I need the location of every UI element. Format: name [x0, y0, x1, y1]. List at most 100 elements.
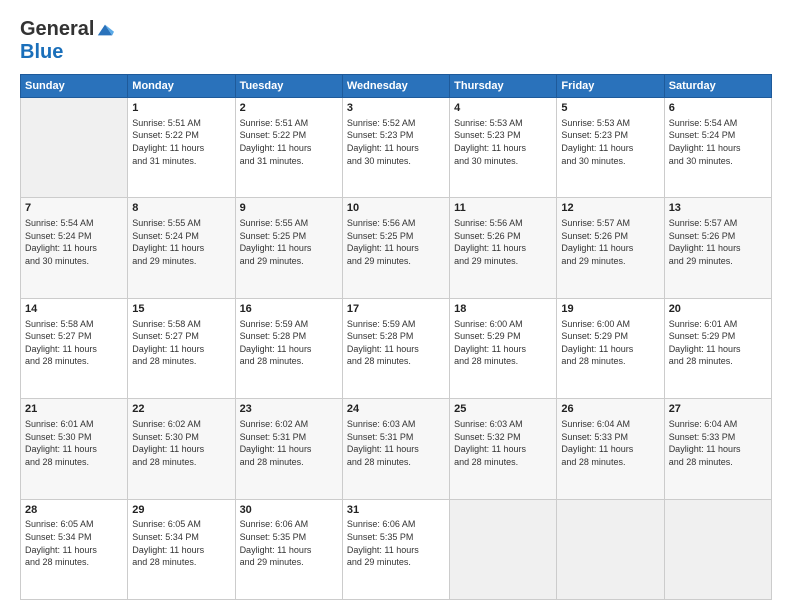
day-number: 24 — [347, 402, 445, 417]
day-number: 13 — [669, 201, 767, 216]
day-number: 28 — [25, 503, 123, 518]
calendar-cell: 2Sunrise: 5:51 AM Sunset: 5:22 PM Daylig… — [235, 98, 342, 198]
day-info: Sunrise: 5:57 AM Sunset: 5:26 PM Dayligh… — [561, 217, 659, 267]
calendar-cell: 27Sunrise: 6:04 AM Sunset: 5:33 PM Dayli… — [664, 399, 771, 499]
day-info: Sunrise: 5:59 AM Sunset: 5:28 PM Dayligh… — [347, 318, 445, 368]
day-number: 12 — [561, 201, 659, 216]
day-number: 23 — [240, 402, 338, 417]
calendar-cell: 16Sunrise: 5:59 AM Sunset: 5:28 PM Dayli… — [235, 298, 342, 398]
day-info: Sunrise: 5:54 AM Sunset: 5:24 PM Dayligh… — [669, 117, 767, 167]
col-header-saturday: Saturday — [664, 75, 771, 98]
day-info: Sunrise: 5:59 AM Sunset: 5:28 PM Dayligh… — [240, 318, 338, 368]
day-number: 21 — [25, 402, 123, 417]
day-info: Sunrise: 5:54 AM Sunset: 5:24 PM Dayligh… — [25, 217, 123, 267]
calendar-cell: 11Sunrise: 5:56 AM Sunset: 5:26 PM Dayli… — [450, 198, 557, 298]
day-number: 14 — [25, 302, 123, 317]
calendar-cell: 5Sunrise: 5:53 AM Sunset: 5:23 PM Daylig… — [557, 98, 664, 198]
calendar-table: SundayMondayTuesdayWednesdayThursdayFrid… — [20, 74, 772, 600]
calendar-cell: 24Sunrise: 6:03 AM Sunset: 5:31 PM Dayli… — [342, 399, 449, 499]
logo-general-text: General — [20, 18, 94, 41]
day-info: Sunrise: 5:52 AM Sunset: 5:23 PM Dayligh… — [347, 117, 445, 167]
col-header-wednesday: Wednesday — [342, 75, 449, 98]
logo-blue-text: Blue — [20, 41, 63, 63]
day-number: 18 — [454, 302, 552, 317]
calendar-cell: 25Sunrise: 6:03 AM Sunset: 5:32 PM Dayli… — [450, 399, 557, 499]
calendar-cell: 13Sunrise: 5:57 AM Sunset: 5:26 PM Dayli… — [664, 198, 771, 298]
day-info: Sunrise: 6:01 AM Sunset: 5:29 PM Dayligh… — [669, 318, 767, 368]
day-info: Sunrise: 5:55 AM Sunset: 5:25 PM Dayligh… — [240, 217, 338, 267]
calendar-cell: 29Sunrise: 6:05 AM Sunset: 5:34 PM Dayli… — [128, 499, 235, 599]
day-info: Sunrise: 6:05 AM Sunset: 5:34 PM Dayligh… — [132, 518, 230, 568]
day-number: 10 — [347, 201, 445, 216]
day-number: 7 — [25, 201, 123, 216]
day-info: Sunrise: 5:58 AM Sunset: 5:27 PM Dayligh… — [25, 318, 123, 368]
calendar-cell: 4Sunrise: 5:53 AM Sunset: 5:23 PM Daylig… — [450, 98, 557, 198]
calendar-cell: 21Sunrise: 6:01 AM Sunset: 5:30 PM Dayli… — [21, 399, 128, 499]
day-info: Sunrise: 6:00 AM Sunset: 5:29 PM Dayligh… — [561, 318, 659, 368]
day-info: Sunrise: 5:57 AM Sunset: 5:26 PM Dayligh… — [669, 217, 767, 267]
logo: General Blue — [20, 18, 114, 64]
day-info: Sunrise: 5:55 AM Sunset: 5:24 PM Dayligh… — [132, 217, 230, 267]
day-info: Sunrise: 6:05 AM Sunset: 5:34 PM Dayligh… — [25, 518, 123, 568]
day-number: 11 — [454, 201, 552, 216]
calendar-cell: 15Sunrise: 5:58 AM Sunset: 5:27 PM Dayli… — [128, 298, 235, 398]
calendar-cell: 3Sunrise: 5:52 AM Sunset: 5:23 PM Daylig… — [342, 98, 449, 198]
day-info: Sunrise: 6:06 AM Sunset: 5:35 PM Dayligh… — [347, 518, 445, 568]
day-number: 17 — [347, 302, 445, 317]
day-number: 27 — [669, 402, 767, 417]
day-number: 15 — [132, 302, 230, 317]
col-header-friday: Friday — [557, 75, 664, 98]
day-info: Sunrise: 6:02 AM Sunset: 5:31 PM Dayligh… — [240, 418, 338, 468]
calendar-cell: 23Sunrise: 6:02 AM Sunset: 5:31 PM Dayli… — [235, 399, 342, 499]
day-info: Sunrise: 6:00 AM Sunset: 5:29 PM Dayligh… — [454, 318, 552, 368]
calendar-cell — [450, 499, 557, 599]
day-number: 5 — [561, 101, 659, 116]
day-number: 19 — [561, 302, 659, 317]
day-info: Sunrise: 6:02 AM Sunset: 5:30 PM Dayligh… — [132, 418, 230, 468]
day-number: 9 — [240, 201, 338, 216]
calendar-cell: 19Sunrise: 6:00 AM Sunset: 5:29 PM Dayli… — [557, 298, 664, 398]
day-info: Sunrise: 6:04 AM Sunset: 5:33 PM Dayligh… — [561, 418, 659, 468]
calendar-cell: 31Sunrise: 6:06 AM Sunset: 5:35 PM Dayli… — [342, 499, 449, 599]
day-number: 25 — [454, 402, 552, 417]
col-header-thursday: Thursday — [450, 75, 557, 98]
day-number: 26 — [561, 402, 659, 417]
calendar-cell — [664, 499, 771, 599]
logo-icon — [96, 21, 114, 39]
day-number: 1 — [132, 101, 230, 116]
day-number: 20 — [669, 302, 767, 317]
day-info: Sunrise: 5:53 AM Sunset: 5:23 PM Dayligh… — [561, 117, 659, 167]
calendar-cell: 1Sunrise: 5:51 AM Sunset: 5:22 PM Daylig… — [128, 98, 235, 198]
day-number: 31 — [347, 503, 445, 518]
day-number: 4 — [454, 101, 552, 116]
calendar-cell: 12Sunrise: 5:57 AM Sunset: 5:26 PM Dayli… — [557, 198, 664, 298]
col-header-monday: Monday — [128, 75, 235, 98]
col-header-tuesday: Tuesday — [235, 75, 342, 98]
calendar-cell: 6Sunrise: 5:54 AM Sunset: 5:24 PM Daylig… — [664, 98, 771, 198]
col-header-sunday: Sunday — [21, 75, 128, 98]
calendar-cell: 9Sunrise: 5:55 AM Sunset: 5:25 PM Daylig… — [235, 198, 342, 298]
day-number: 16 — [240, 302, 338, 317]
calendar-cell: 8Sunrise: 5:55 AM Sunset: 5:24 PM Daylig… — [128, 198, 235, 298]
day-info: Sunrise: 6:03 AM Sunset: 5:32 PM Dayligh… — [454, 418, 552, 468]
calendar-cell: 14Sunrise: 5:58 AM Sunset: 5:27 PM Dayli… — [21, 298, 128, 398]
day-info: Sunrise: 5:56 AM Sunset: 5:25 PM Dayligh… — [347, 217, 445, 267]
day-number: 22 — [132, 402, 230, 417]
day-info: Sunrise: 5:56 AM Sunset: 5:26 PM Dayligh… — [454, 217, 552, 267]
day-number: 6 — [669, 101, 767, 116]
day-number: 8 — [132, 201, 230, 216]
calendar-cell: 20Sunrise: 6:01 AM Sunset: 5:29 PM Dayli… — [664, 298, 771, 398]
calendar-cell: 10Sunrise: 5:56 AM Sunset: 5:25 PM Dayli… — [342, 198, 449, 298]
calendar-cell: 18Sunrise: 6:00 AM Sunset: 5:29 PM Dayli… — [450, 298, 557, 398]
day-number: 2 — [240, 101, 338, 116]
day-info: Sunrise: 6:01 AM Sunset: 5:30 PM Dayligh… — [25, 418, 123, 468]
day-number: 30 — [240, 503, 338, 518]
calendar-cell: 26Sunrise: 6:04 AM Sunset: 5:33 PM Dayli… — [557, 399, 664, 499]
header: General Blue — [20, 18, 772, 64]
day-info: Sunrise: 5:51 AM Sunset: 5:22 PM Dayligh… — [240, 117, 338, 167]
day-info: Sunrise: 6:06 AM Sunset: 5:35 PM Dayligh… — [240, 518, 338, 568]
calendar-cell: 28Sunrise: 6:05 AM Sunset: 5:34 PM Dayli… — [21, 499, 128, 599]
day-info: Sunrise: 6:04 AM Sunset: 5:33 PM Dayligh… — [669, 418, 767, 468]
day-info: Sunrise: 5:53 AM Sunset: 5:23 PM Dayligh… — [454, 117, 552, 167]
day-number: 3 — [347, 101, 445, 116]
